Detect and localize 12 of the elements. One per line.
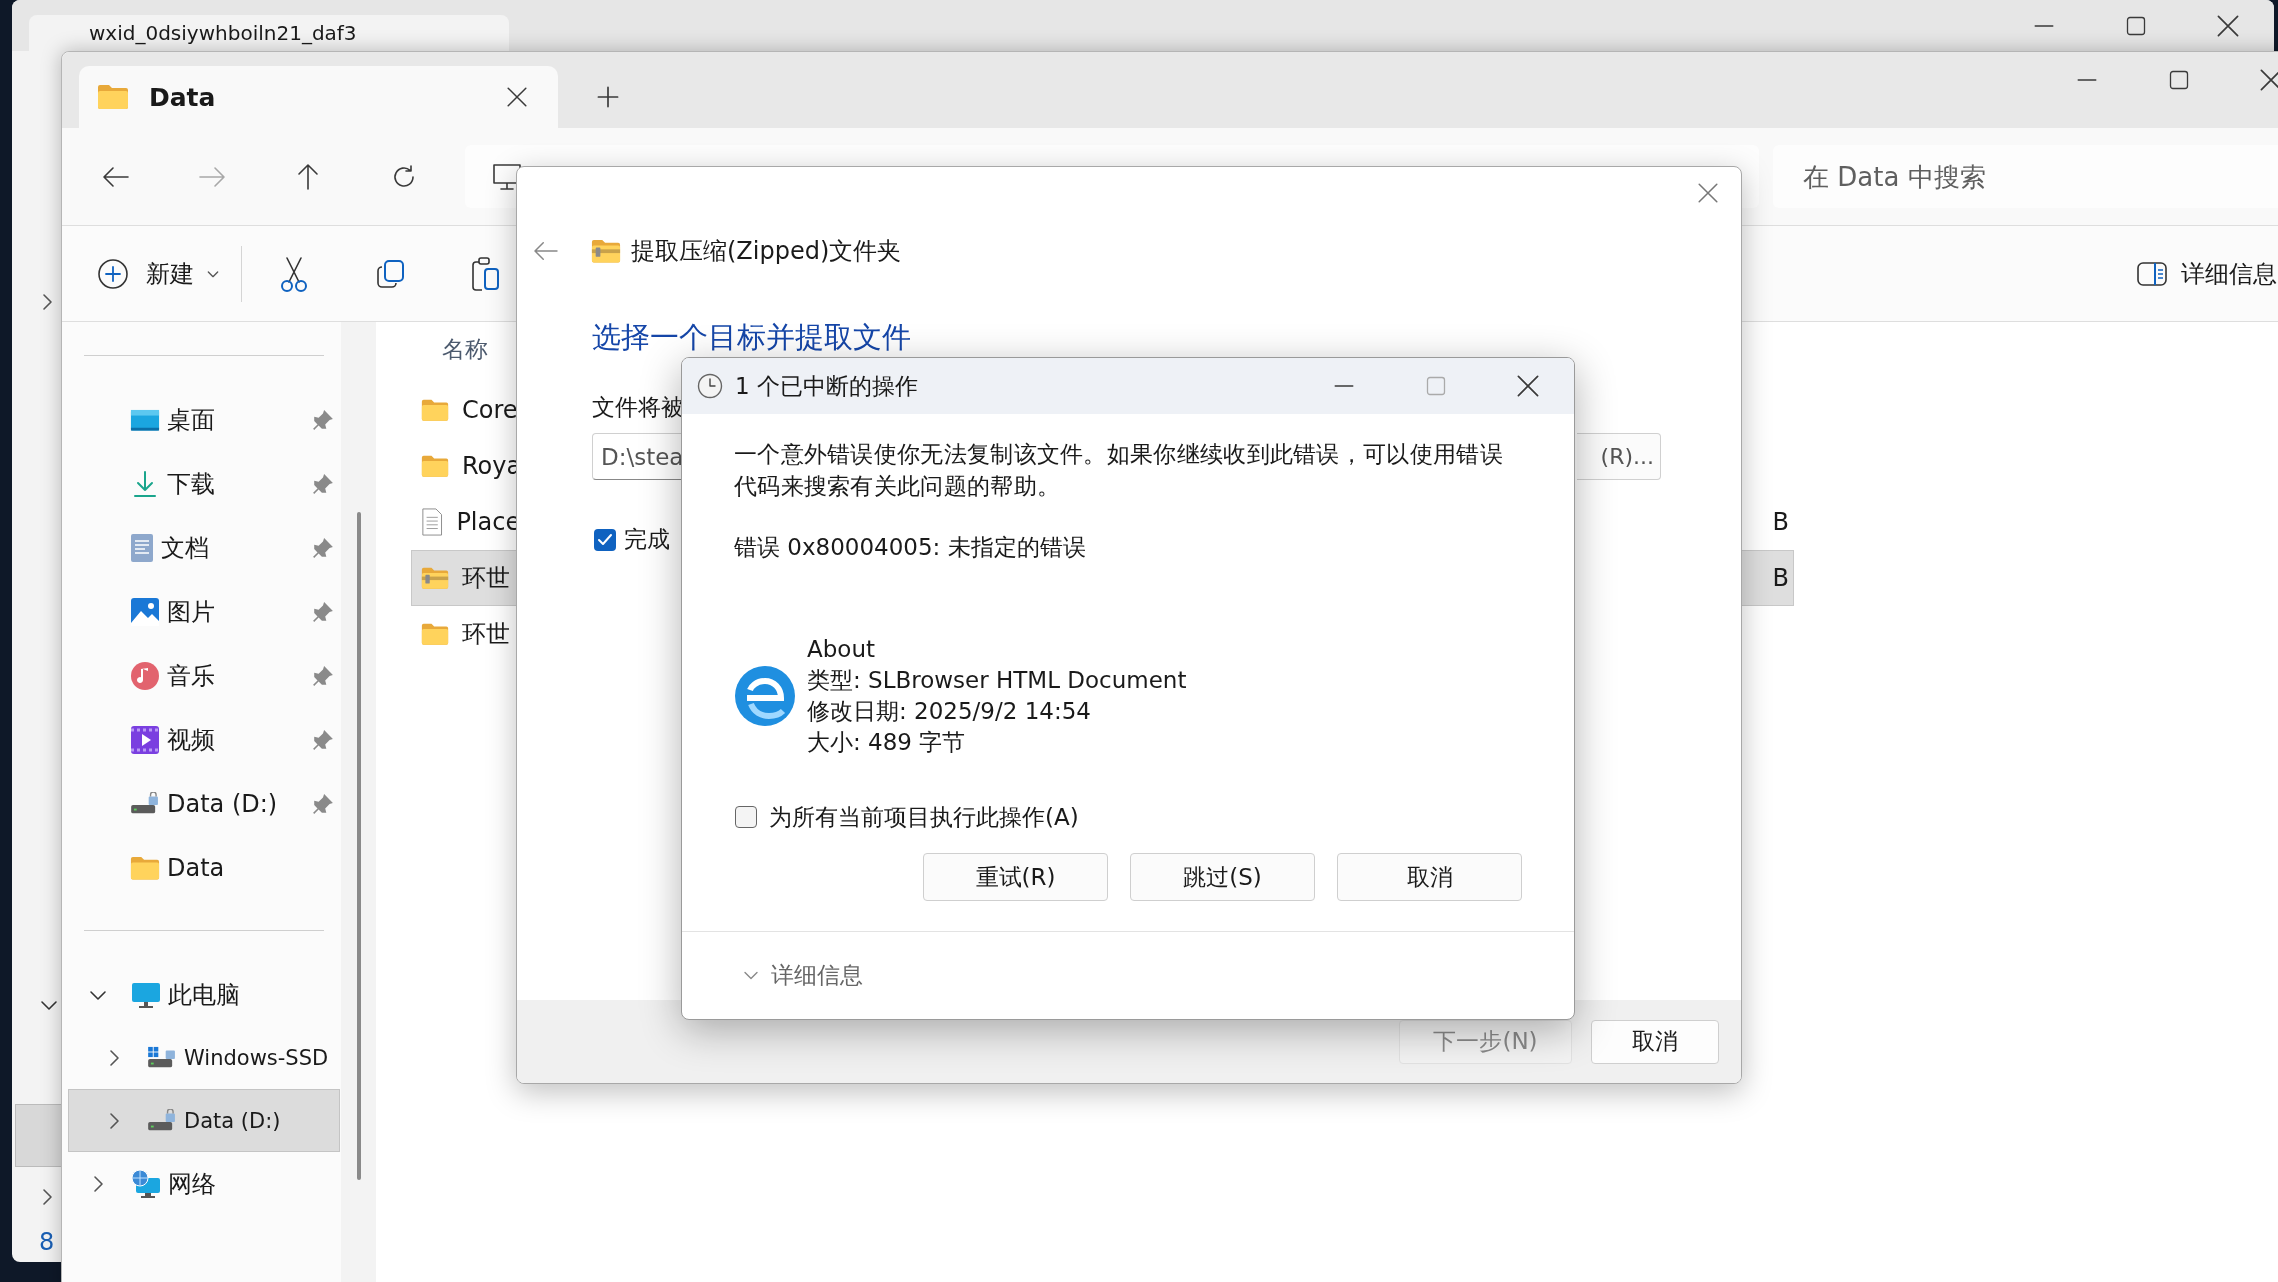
file-name: About xyxy=(807,635,876,664)
wizard-title: 提取压缩(Zipped)文件夹 xyxy=(631,236,902,267)
file-modified: 修改日期: 2025/9/2 14:54 xyxy=(807,697,1092,726)
checkbox-label: 为所有当前项目执行此操作(A) xyxy=(769,802,1079,832)
checkbox-label: 完成 xyxy=(624,525,670,554)
field-label: 文件将被 xyxy=(592,393,685,422)
error-message: 一个意外错误使你无法复制该文件。如果你继续收到此错误，可以使用错误代码来搜索有关此问题的帮助。 xyxy=(734,440,1504,501)
error-code: 错误 0x80004005: 未指定的错误 xyxy=(734,533,1087,562)
file-size: 大小: 489 字节 xyxy=(807,728,967,757)
wizard-heading: 选择一个目标并提取文件 xyxy=(592,319,912,355)
dialog-title: 1 个已中断的操作 xyxy=(735,371,918,401)
file-type: 类型: SLBrowser HTML Document xyxy=(807,666,1187,695)
